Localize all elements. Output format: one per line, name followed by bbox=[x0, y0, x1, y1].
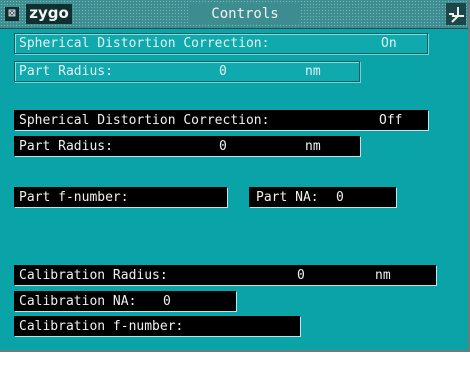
part-f-number-label: Part f-number: bbox=[19, 190, 129, 205]
cal-radius-label: Calibration Radius: bbox=[19, 268, 168, 283]
zygo-logo: zygo bbox=[26, 4, 72, 24]
controls-window: ⊠ zygo Controls Spherical Distortion Cor… bbox=[0, 0, 470, 352]
radius-1-unit: nm bbox=[305, 64, 321, 79]
pin-icon[interactable] bbox=[446, 3, 466, 25]
calibration-radius-field[interactable]: Calibration Radius: 0 nm bbox=[14, 265, 436, 285]
cal-na-label: Calibration NA: bbox=[19, 294, 137, 309]
radius-2-value: 0 bbox=[219, 139, 227, 154]
pin-glyph bbox=[449, 7, 464, 23]
part-na-label: Part NA: bbox=[256, 190, 319, 205]
window-title: Controls bbox=[190, 4, 300, 24]
calibration-f-number-field[interactable]: Calibration f-number: bbox=[14, 316, 300, 336]
radius-1-label: Part Radius: bbox=[19, 64, 113, 79]
cal-f-number-label: Calibration f-number: bbox=[19, 319, 184, 334]
title-bar[interactable]: ⊠ zygo Controls bbox=[0, 0, 468, 29]
cal-na-value: 0 bbox=[163, 294, 171, 309]
spherical-distortion-correction-field-1[interactable]: Spherical Distortion Correction: On bbox=[14, 33, 428, 54]
logo-text: zygo bbox=[29, 4, 69, 22]
cal-radius-value: 0 bbox=[297, 268, 305, 283]
sdc-1-label: Spherical Distortion Correction: bbox=[19, 36, 270, 51]
part-radius-field-2[interactable]: Part Radius: 0 nm bbox=[14, 136, 360, 156]
part-na-field[interactable]: Part NA: 0 bbox=[249, 187, 396, 207]
radius-2-unit: nm bbox=[305, 139, 321, 154]
radius-1-value: 0 bbox=[219, 64, 227, 79]
sdc-2-value: Off bbox=[379, 113, 403, 128]
sdc-2-label: Spherical Distortion Correction: bbox=[19, 113, 270, 128]
calibration-na-field[interactable]: Calibration NA: 0 bbox=[14, 291, 236, 311]
radius-2-label: Part Radius: bbox=[19, 139, 113, 154]
part-f-number-field[interactable]: Part f-number: bbox=[14, 187, 227, 207]
part-radius-field-1[interactable]: Part Radius: 0 nm bbox=[14, 61, 360, 82]
part-na-value: 0 bbox=[336, 190, 344, 205]
spherical-distortion-correction-field-2[interactable]: Spherical Distortion Correction: Off bbox=[14, 110, 428, 130]
close-box-icon[interactable]: ⊠ bbox=[5, 7, 19, 21]
sdc-1-value: On bbox=[381, 36, 397, 51]
cal-radius-unit: nm bbox=[375, 268, 391, 283]
